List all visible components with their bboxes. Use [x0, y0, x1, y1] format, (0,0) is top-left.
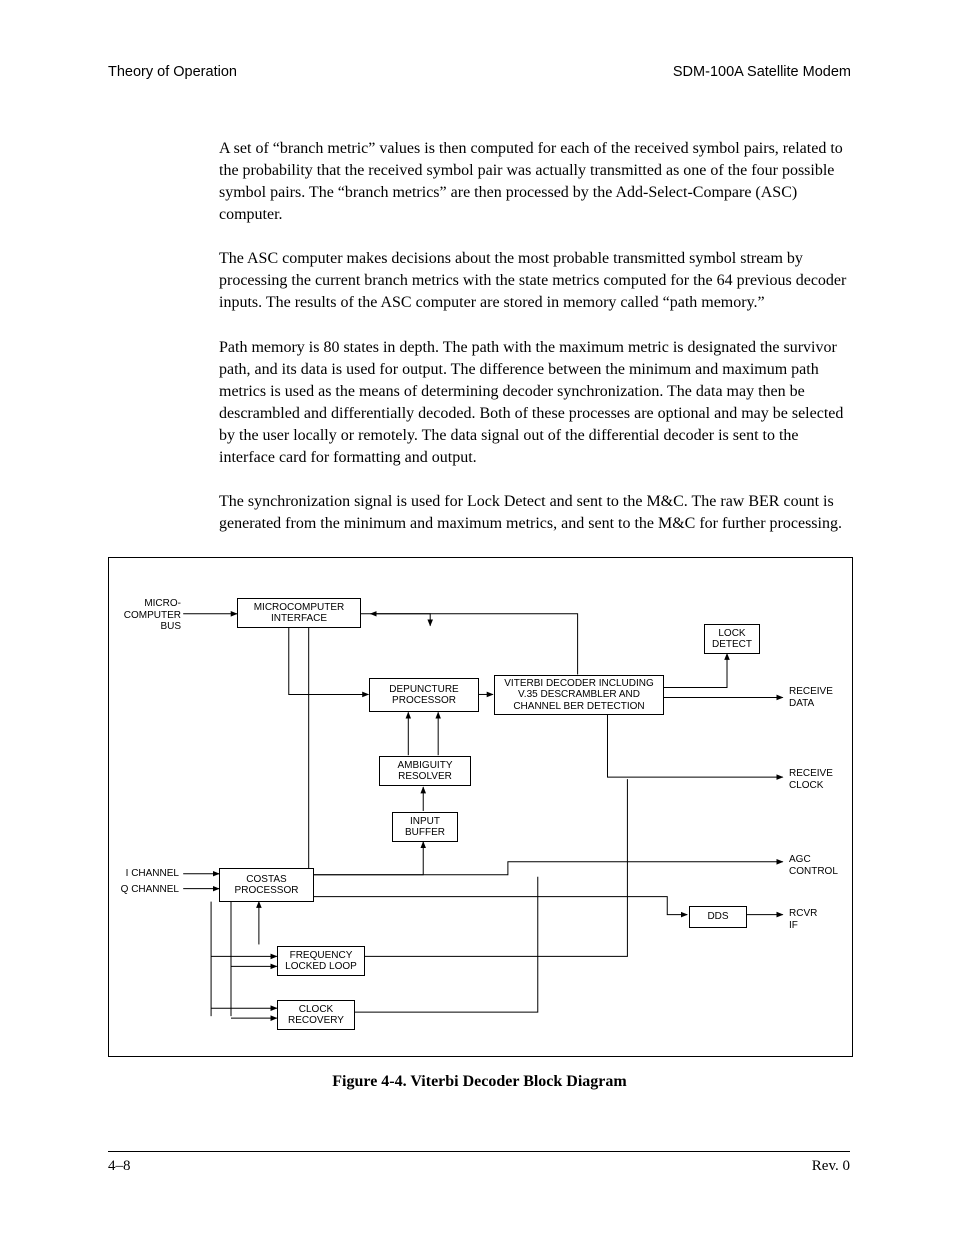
box-ambiguity-resolver: AMBIGUITY RESOLVER — [379, 756, 471, 786]
box-dds: DDS — [689, 906, 747, 928]
box-costas-processor: COSTAS PROCESSOR — [219, 868, 314, 902]
paragraph-1: A set of “branch metric” values is then … — [219, 138, 851, 226]
paragraph-3: Path memory is 80 states in depth. The p… — [219, 337, 851, 469]
label-receive-data: RECEIVE DATA — [789, 686, 833, 709]
figure-caption: Figure 4-4. Viterbi Decoder Block Diagra… — [108, 1073, 851, 1091]
paragraph-4: The synchronization signal is used for L… — [219, 491, 851, 535]
viterbi-decoder-diagram: MICRO- COMPUTER BUS I CHANNEL Q CHANNEL … — [108, 557, 853, 1057]
label-i-channel: I CHANNEL — [115, 868, 179, 880]
box-clock-recovery: CLOCK RECOVERY — [277, 1000, 355, 1030]
label-q-channel: Q CHANNEL — [115, 884, 179, 896]
footer-revision: Rev. 0 — [812, 1158, 850, 1175]
body-text: A set of “branch metric” values is then … — [219, 138, 851, 535]
box-frequency-locked-loop: FREQUENCY LOCKED LOOP — [277, 946, 365, 976]
label-micro-computer-bus: MICRO- COMPUTER BUS — [115, 598, 181, 633]
label-agc-control: AGC CONTROL — [789, 854, 838, 877]
page-footer: 4–8 Rev. 0 — [108, 1151, 850, 1175]
box-input-buffer: INPUT BUFFER — [392, 812, 458, 842]
label-rcvr-if: RCVR IF — [789, 908, 817, 931]
box-microcomputer-interface: MICROCOMPUTER INTERFACE — [237, 598, 361, 628]
header-right: SDM-100A Satellite Modem — [673, 64, 851, 80]
box-depuncture-processor: DEPUNCTURE PROCESSOR — [369, 678, 479, 712]
footer-page-number: 4–8 — [108, 1158, 131, 1175]
label-receive-clock: RECEIVE CLOCK — [789, 768, 833, 791]
page-header: Theory of Operation SDM-100A Satellite M… — [108, 64, 851, 80]
box-lock-detect: LOCK DETECT — [704, 624, 760, 654]
box-viterbi-decoder: VITERBI DECODER INCLUDING V.35 DESCRAMBL… — [494, 675, 664, 715]
header-left: Theory of Operation — [108, 64, 237, 80]
paragraph-2: The ASC computer makes decisions about t… — [219, 248, 851, 314]
